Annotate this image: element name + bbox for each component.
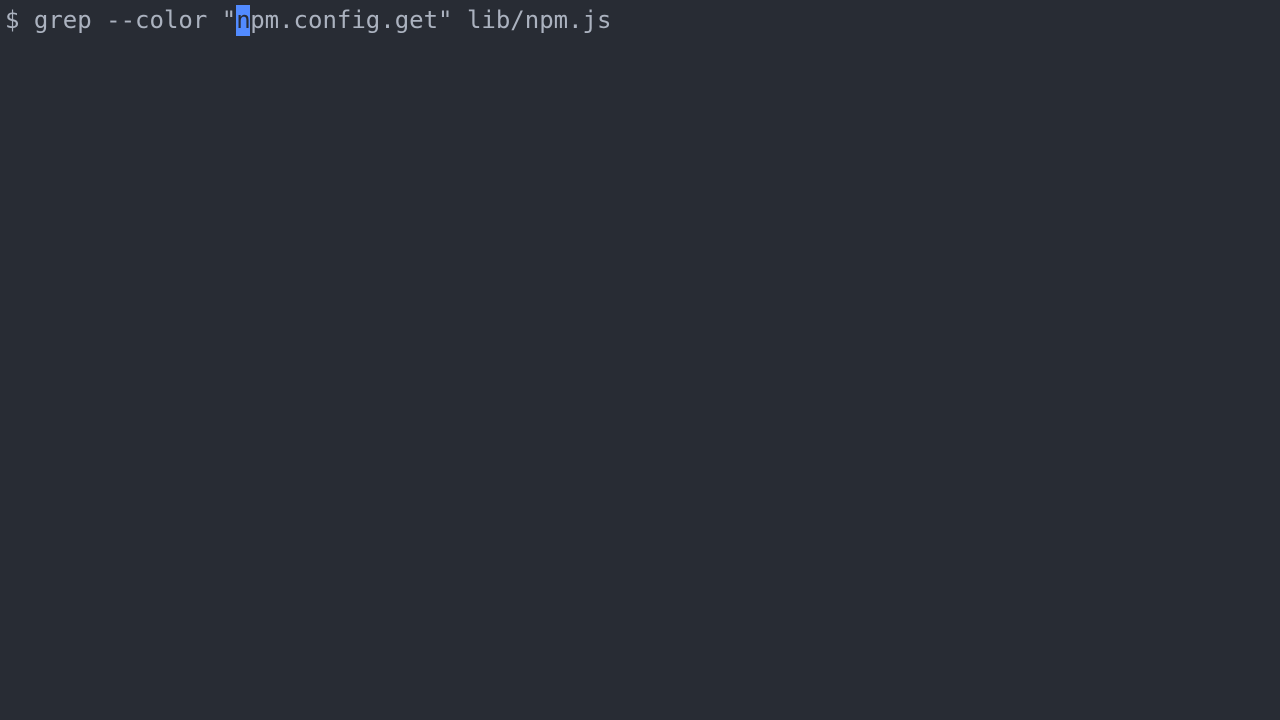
command-text-before: grep --color " xyxy=(34,5,236,36)
command-text-after: pm.config.get" lib/npm.js xyxy=(250,5,611,36)
text-cursor: n xyxy=(236,5,250,36)
command-line[interactable]: $ grep --color "npm.config.get" lib/npm.… xyxy=(5,5,1275,36)
terminal-window[interactable]: $ grep --color "npm.config.get" lib/npm.… xyxy=(0,0,1280,720)
shell-prompt: $ xyxy=(5,5,34,36)
